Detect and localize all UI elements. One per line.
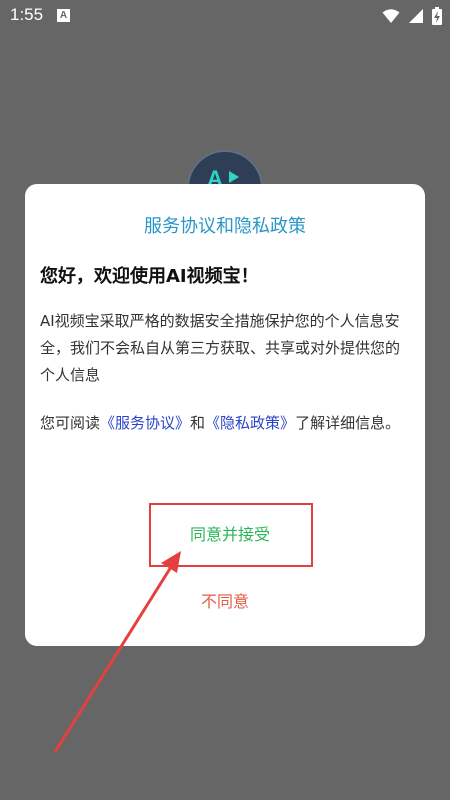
read-more-text: 您可阅读《服务协议》和《隐私政策》了解详细信息。 [40,410,412,437]
signal-icon [409,9,423,23]
intro-text: AI视频宝采取严格的数据安全措施保护您的个人信息安全，我们不会私自从第三方获取、… [40,312,401,384]
read-and: 和 [190,414,206,432]
privacy-policy-link[interactable]: 《隐私政策》 [205,414,295,432]
status-icons [382,7,442,25]
notification-a-icon: A [57,9,70,22]
play-icon [229,171,239,183]
status-time: 1:55 [10,5,44,24]
dialog-title: 服务协议和隐私政策 [144,216,306,237]
agree-button[interactable]: 同意并接受 [165,521,295,551]
disagree-button[interactable]: 不同意 [175,588,275,618]
greeting-text: 您好，欢迎使用AI视频宝！ [40,266,259,287]
status-bar: 1:55 A [0,0,450,32]
wifi-icon [382,9,400,23]
read-prefix: 您可阅读 [40,414,101,432]
service-agreement-link[interactable]: 《服务协议》 [100,414,190,432]
read-suffix: 了解详细信息。 [295,414,401,432]
battery-charging-icon [432,7,442,25]
privacy-dialog: 服务协议和隐私政策 您好，欢迎使用AI视频宝！ AI视频宝采取严格的数据安全措施… [25,184,425,646]
